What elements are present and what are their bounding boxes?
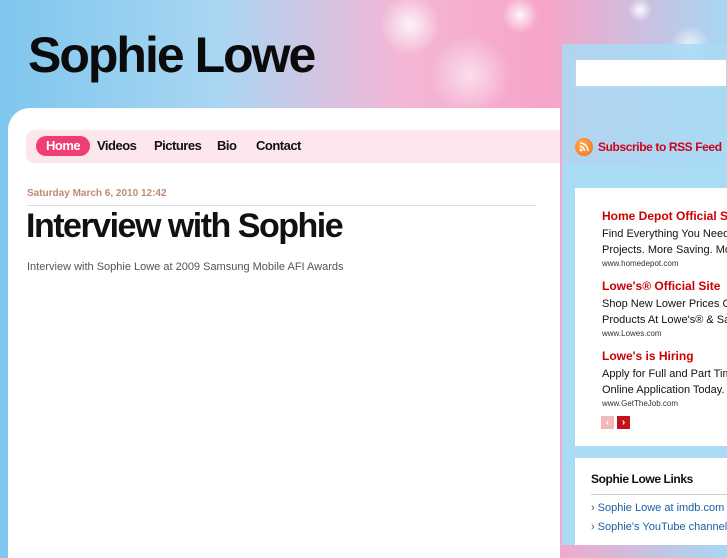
ad-text: Projects. More Saving. More Doing.: [602, 244, 727, 256]
ad-next-button[interactable]: ›: [617, 416, 630, 429]
ad-text: Products At Lowe's® & Save Today!: [602, 314, 727, 326]
rss-icon: [575, 138, 593, 156]
rss-subscribe-link[interactable]: Subscribe to RSS Feed: [575, 137, 722, 157]
content-panel: [8, 108, 560, 558]
ad-title[interactable]: Home Depot Official Site: [602, 209, 727, 223]
chevron-right-icon: ›: [591, 521, 595, 533]
ad-url[interactable]: www.GetTheJob.com: [602, 399, 727, 408]
link-label[interactable]: Sophie's YouTube channel: [598, 521, 727, 533]
ad-text: Find Everything You Need For Your: [602, 228, 727, 240]
ad-text: Shop New Lower Prices On Select: [602, 298, 727, 310]
search-input[interactable]: [575, 59, 727, 87]
ad-box: Home Depot Official Site Find Everything…: [575, 188, 727, 446]
post-body: Interview with Sophie Lowe at 2009 Samsu…: [27, 261, 344, 273]
links-widget: Sophie Lowe Links › Sophie Lowe at imdb.c…: [575, 458, 727, 545]
ad-title[interactable]: Lowe's® Official Site: [602, 279, 727, 293]
nav-item-videos[interactable]: Videos: [97, 136, 137, 156]
link-imdb[interactable]: › Sophie Lowe at imdb.com: [591, 502, 724, 514]
ad-item[interactable]: Lowe's is Hiring Apply for Full and Part…: [602, 349, 727, 408]
ad-item[interactable]: Lowe's® Official Site Shop New Lower Pri…: [602, 279, 727, 338]
nav-item-contact[interactable]: Contact: [256, 136, 301, 156]
chevron-right-icon: ›: [591, 502, 595, 514]
link-label[interactable]: Sophie Lowe at imdb.com: [598, 502, 725, 514]
post-date: Saturday March 6, 2010 12:42: [27, 188, 167, 199]
ad-prev-button[interactable]: ‹: [601, 416, 614, 429]
links-title: Sophie Lowe Links: [591, 472, 693, 486]
nav-item-bio[interactable]: Bio: [217, 136, 237, 156]
ad-pagination: ‹ ›: [601, 416, 630, 429]
divider: [27, 205, 536, 206]
ad-text: Online Application Today. Apply Now!: [602, 384, 727, 396]
ad-text: Apply for Full and Part Time Jobs.: [602, 368, 727, 380]
ad-title[interactable]: Lowe's is Hiring: [602, 349, 727, 363]
nav-item-home[interactable]: Home: [36, 136, 91, 156]
site-title[interactable]: Sophie Lowe: [28, 30, 316, 80]
ad-url[interactable]: www.Lowes.com: [602, 329, 727, 338]
ad-item[interactable]: Home Depot Official Site Find Everything…: [602, 209, 727, 268]
link-youtube[interactable]: › Sophie's YouTube channel: [591, 521, 727, 533]
rss-label: Subscribe to RSS Feed: [598, 140, 722, 154]
nav-item-pictures[interactable]: Pictures: [154, 136, 202, 156]
divider: [591, 494, 727, 495]
ad-url[interactable]: www.homedepot.com: [602, 259, 727, 268]
post-title[interactable]: Interview with Sophie: [26, 207, 344, 246]
